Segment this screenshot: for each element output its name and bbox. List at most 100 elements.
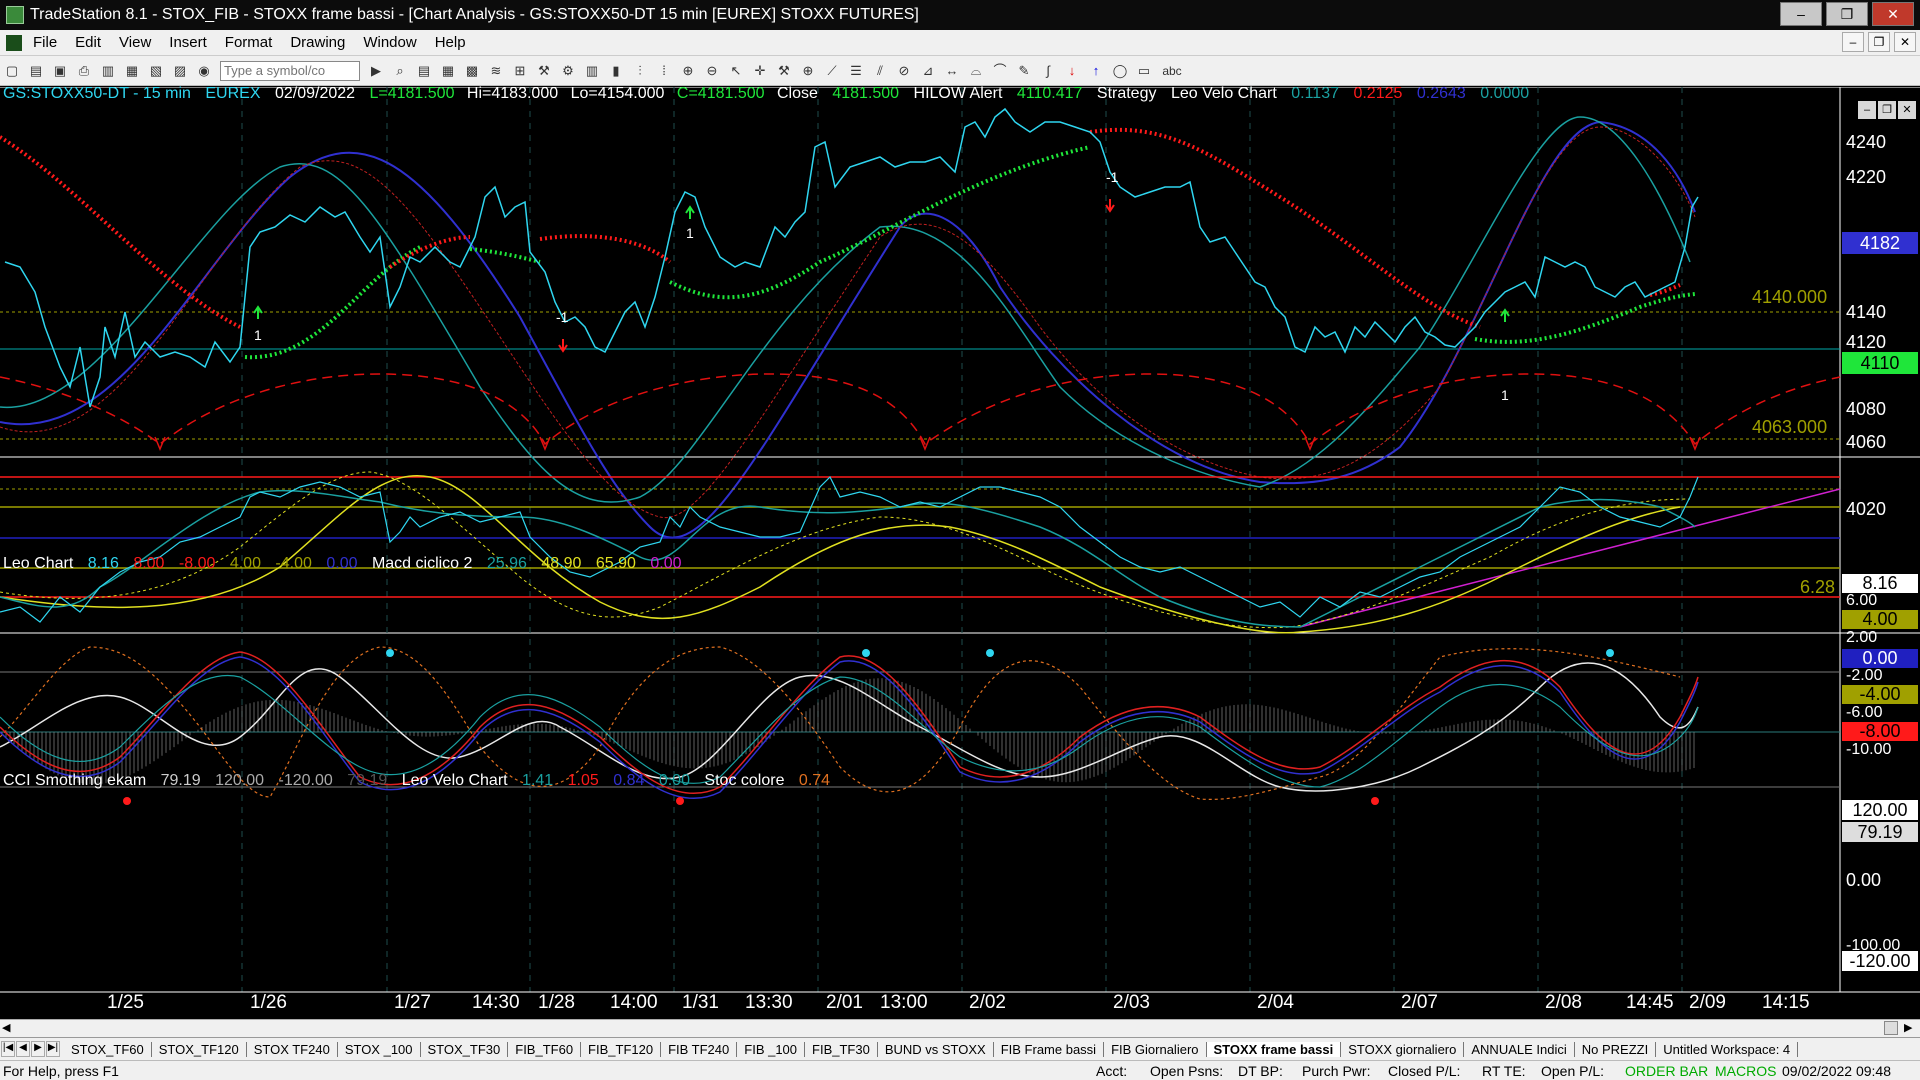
tab-bund-vs-stoxx[interactable]: BUND vs STOXX (878, 1041, 994, 1057)
window-icon[interactable]: ▦ (122, 61, 142, 81)
tab-stox-tf60[interactable]: STOX_TF60 (64, 1041, 152, 1057)
price-line (4, 107, 1699, 408)
tab-stox-tf240[interactable]: STOX TF240 (247, 1041, 338, 1057)
lookup-icon[interactable]: ⌕ (390, 61, 410, 81)
menu-drawing[interactable]: Drawing (281, 34, 354, 51)
menu-window[interactable]: Window (354, 34, 425, 51)
chart-restore-button[interactable]: ❐ (1878, 101, 1896, 119)
tab-fib-tf60[interactable]: FIB_TF60 (508, 1041, 582, 1057)
menu-file[interactable]: File (24, 34, 66, 51)
menu-edit[interactable]: Edit (66, 34, 110, 51)
zoom-in-icon[interactable]: ⊕ (678, 61, 698, 81)
menu-help[interactable]: Help (426, 34, 475, 51)
time-tick: 14:45 (1626, 992, 1674, 1013)
tab-fib-100[interactable]: FIB _100 (737, 1041, 806, 1057)
tab-fib-frame-bassi[interactable]: FIB Frame bassi (994, 1041, 1105, 1057)
ellipse-icon[interactable]: ◯ (1110, 61, 1130, 81)
tab-stox-tf30[interactable]: STOX_TF30 (421, 1041, 509, 1057)
open-icon[interactable]: ▤ (26, 61, 46, 81)
fib-icon[interactable]: ⊘ (894, 61, 914, 81)
line-chart-icon[interactable]: ⫶ (630, 61, 650, 81)
status-macros[interactable]: MACROS (1715, 1063, 1776, 1079)
save-icon[interactable]: ▣ (50, 61, 70, 81)
chart-window-icon[interactable]: ▤ (414, 61, 434, 81)
down-arrow-icon[interactable]: ↓ (1062, 61, 1082, 81)
speed-icon[interactable]: ⌓ (966, 61, 986, 81)
mid-current-tag: 8.16 (1842, 574, 1918, 593)
tab-first-icon[interactable]: |◀ (1, 1041, 15, 1057)
grid-window-icon[interactable]: ▦ (438, 61, 458, 81)
symbol-input[interactable] (220, 60, 360, 81)
day-separators (241, 87, 1683, 992)
horizontal-scrollbar[interactable]: ◀ ▶ (0, 1019, 1920, 1037)
gann-icon[interactable]: ⊿ (918, 61, 938, 81)
signal-arrows (253, 199, 1510, 353)
hline-icon[interactable]: ☰ (846, 61, 866, 81)
chart-minimize-button[interactable]: – (1858, 101, 1876, 119)
tab-last-icon[interactable]: ▶| (46, 1041, 60, 1057)
insert-indicator-icon[interactable]: ⊕ (798, 61, 818, 81)
crosshair-icon[interactable]: ✛ (750, 61, 770, 81)
chart-canvas[interactable] (0, 87, 1920, 1019)
scroll-thumb[interactable] (1884, 1021, 1898, 1035)
tools-icon[interactable]: ⚒ (534, 61, 554, 81)
maximize-button[interactable]: ❐ (1826, 2, 1868, 26)
options-icon[interactable]: ⚙ (558, 61, 578, 81)
new-icon[interactable]: ▢ (2, 61, 22, 81)
mid-m4: 0.00 (650, 555, 682, 572)
pointer-icon[interactable]: ↖ (726, 61, 746, 81)
chart-analysis-window[interactable]: GS:STOXX50-DT - 15 min EUREX 02/09/2022 … (0, 85, 1920, 1019)
tab-no-prezzi[interactable]: No PREZZI (1575, 1041, 1657, 1057)
mdi-close-button[interactable]: ✕ (1894, 32, 1916, 52)
tab-fib-giornaliero[interactable]: FIB Giornaliero (1104, 1041, 1207, 1057)
rectangle-icon[interactable]: ▭ (1134, 61, 1154, 81)
menu-view[interactable]: View (110, 34, 160, 51)
tab-untitled-workspace[interactable]: Untitled Workspace: 4 (1656, 1041, 1799, 1057)
zoom-out-icon[interactable]: ⊖ (702, 61, 722, 81)
time-tick: 1/28 (538, 992, 575, 1013)
print-icon[interactable]: ⎙ (74, 61, 94, 81)
arc-icon[interactable]: ⌒ (990, 61, 1010, 81)
hammer-icon[interactable]: ⚒ (774, 61, 794, 81)
radar-icon[interactable]: ≋ (486, 61, 506, 81)
bar-chart-icon[interactable]: ▥ (582, 61, 602, 81)
tab-stoxx-giornaliero[interactable]: STOXX giornaliero (1341, 1041, 1465, 1057)
matrix-icon[interactable]: ▩ (462, 61, 482, 81)
channel-icon[interactable]: ⫽ (870, 61, 890, 81)
tab-fib-tf120[interactable]: FIB_TF120 (581, 1041, 662, 1057)
scroll-right-icon[interactable]: ▶ (1904, 1021, 1912, 1034)
tab-stox-tf120[interactable]: STOX_TF120 (152, 1041, 247, 1057)
price-tick: 4220 (1846, 167, 1887, 187)
tab-fib-tf240[interactable]: FIB TF240 (661, 1041, 738, 1057)
candle-icon[interactable]: ▮ (606, 61, 626, 81)
play-icon[interactable]: ▶ (366, 61, 386, 81)
tab-fib-tf30[interactable]: FIB_TF30 (805, 1041, 878, 1057)
alert-icon[interactable]: ▨ (170, 61, 190, 81)
tab-next-icon[interactable]: ▶ (31, 1041, 45, 1057)
point-fig-icon[interactable]: ⁞ (654, 61, 674, 81)
scanner-icon[interactable]: ⊞ (510, 61, 530, 81)
arrow-lr-icon[interactable]: ↔ (942, 61, 962, 81)
tab-annuale-indici[interactable]: ANNUALE Indici (1464, 1041, 1575, 1057)
tab-stoxx-frame-bassi[interactable]: STOXX frame bassi (1206, 1041, 1342, 1057)
mdi-minimize-button[interactable]: – (1842, 32, 1864, 52)
layout-icon[interactable]: ▧ (146, 61, 166, 81)
menu-insert[interactable]: Insert (160, 34, 216, 51)
lock-icon[interactable]: ▥ (98, 61, 118, 81)
minimize-button[interactable]: – (1780, 2, 1822, 26)
scroll-left-icon[interactable]: ◀ (2, 1021, 10, 1034)
chart-close-button[interactable]: ✕ (1898, 101, 1916, 119)
upper-level-label: 4140.000 (1752, 287, 1828, 307)
curve-icon[interactable]: ∫ (1038, 61, 1058, 81)
globe-icon[interactable]: ◉ (194, 61, 214, 81)
mdi-restore-button[interactable]: ❐ (1868, 32, 1890, 52)
tab-prev-icon[interactable]: ◀ (16, 1041, 30, 1057)
pencil-icon[interactable]: ✎ (1014, 61, 1034, 81)
close-button[interactable]: ✕ (1872, 2, 1914, 26)
status-order-bar[interactable]: ORDER BAR (1625, 1063, 1708, 1079)
tab-stox-100[interactable]: STOX _100 (338, 1041, 421, 1057)
trendline-icon[interactable]: ⟋ (822, 61, 842, 81)
menu-format[interactable]: Format (216, 34, 282, 51)
text-icon[interactable]: abc (1158, 61, 1186, 81)
up-arrow-icon[interactable]: ↑ (1086, 61, 1106, 81)
